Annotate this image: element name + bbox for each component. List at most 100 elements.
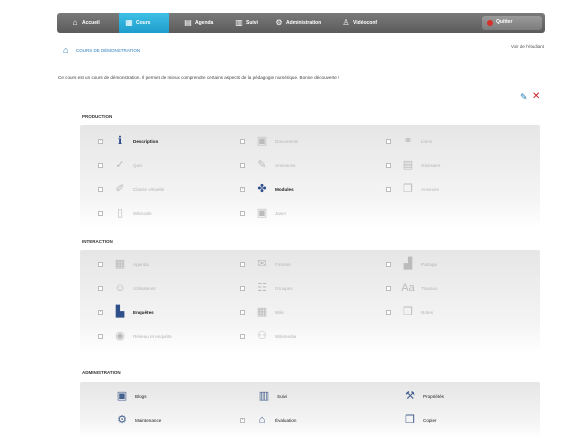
tool-wiki[interactable]: ▯ Wikicode	[98, 205, 152, 221]
tool-label: Wikicode	[133, 210, 152, 216]
tool-label: Annexes	[421, 186, 439, 192]
visibility-checkbox[interactable]	[98, 333, 103, 339]
edit-icon[interactable]: ✎	[520, 92, 528, 103]
visibility-checkbox[interactable]	[98, 261, 103, 267]
tool-maintenance[interactable]: ⚙ Maintenance	[98, 412, 161, 428]
nav-label: Vidéoconf	[353, 20, 378, 26]
tool-label: Description	[133, 138, 159, 144]
tool-label: Groupes	[275, 285, 293, 291]
interaction-panel: ▦ Agenda ✉ Forums ▟ Partage ☺ Utilisateurs ☷ Grou…	[80, 250, 540, 354]
nav-accueil[interactable]: ⌂ Accueil	[71, 13, 100, 33]
tool-label: Suivi	[277, 393, 287, 399]
tool-label: Copier	[423, 417, 437, 423]
tool-groups[interactable]: ☷ Groupes	[240, 280, 293, 296]
tool-annexes[interactable]: ❐ Annexes	[386, 181, 439, 197]
student-view-link[interactable]: Voir de l'étudiant	[511, 44, 544, 49]
tool-chat[interactable]: ▣ Jaser	[240, 205, 286, 221]
tool-label: Utilisateurs	[133, 285, 156, 291]
production-panel: · ℹ Description ▣ Documents ⚭ Liens ✓ Quiz ✎ Annon…	[80, 125, 540, 229]
tool-wikimedia[interactable]: ⚇ Wikimedia	[240, 328, 296, 344]
tool-blogs[interactable]: ▣ Blogs	[98, 388, 147, 404]
quiz-icon: ✓	[115, 159, 125, 171]
visibility-checkbox[interactable]	[240, 309, 245, 315]
tool-announcements[interactable]: ✎ Annonces	[240, 157, 295, 173]
tool-share[interactable]: ▟ Partage	[386, 256, 437, 272]
blogs-icon: ▣	[116, 390, 128, 402]
visibility-checkbox[interactable]	[240, 285, 245, 291]
visibility-checkbox[interactable]	[98, 186, 103, 192]
visibility-checkbox[interactable]	[240, 162, 245, 168]
tool-tracking[interactable]: ▥ Suivi	[240, 388, 287, 404]
glossary-icon: ▤	[402, 159, 414, 171]
visibility-checkbox[interactable]: ·	[98, 309, 103, 315]
tool-documents[interactable]: ▣ Documents	[240, 133, 298, 149]
tool-assignments[interactable]: Aa Travaux	[386, 280, 437, 296]
visibility-checkbox[interactable]	[98, 162, 103, 168]
tool-label: Wiki	[275, 309, 284, 315]
modules-icon: ✤	[257, 183, 267, 195]
tool-quiz[interactable]: ✓ Quiz	[98, 157, 142, 173]
nav-administration[interactable]: ⚙ Administration	[275, 13, 321, 33]
delete-icon[interactable]: ✕	[532, 91, 540, 102]
tool-label: Blogs	[135, 393, 147, 399]
visibility-checkbox[interactable]: ·	[240, 186, 245, 192]
tool-surveys[interactable]: · ▙ Enquêtes	[98, 304, 154, 320]
tool-properties[interactable]: ⚒ Propriétés	[386, 388, 444, 404]
tool-glossary[interactable]: ▤ Glossaire	[386, 157, 440, 173]
visibility-checkbox[interactable]	[386, 261, 391, 267]
virtual-class-icon: ✐	[115, 183, 125, 195]
evaluation-icon: ⌂	[258, 414, 266, 426]
visibility-checkbox[interactable]	[386, 186, 391, 192]
chart-icon: ▥	[235, 18, 243, 27]
person-icon: ♙	[342, 18, 350, 27]
forums-icon: ✉	[257, 258, 267, 270]
section-title-interaction: Interaction	[82, 239, 113, 244]
visibility-checkbox[interactable]	[98, 210, 103, 216]
tool-modules[interactable]: · ✤ Modules	[240, 181, 294, 197]
visibility-checkbox[interactable]	[98, 285, 103, 291]
courses-icon: ▦	[125, 18, 133, 27]
groups-icon: ☷	[257, 282, 267, 294]
calendar-icon: ▤	[184, 18, 192, 27]
visibility-checkbox[interactable]	[386, 309, 391, 315]
visibility-checkbox[interactable]: ·	[98, 138, 103, 144]
quit-button[interactable]: Quitter	[482, 16, 542, 30]
tool-evaluation[interactable]: · ⌂ Évaluation	[240, 412, 296, 428]
nav-videoconf[interactable]: ♙ Vidéoconf	[342, 13, 377, 33]
properties-icon: ⚒	[405, 390, 415, 402]
links-icon: ⚭	[403, 135, 413, 147]
maintenance-icon: ⚙	[117, 414, 127, 426]
visibility-checkbox[interactable]	[240, 261, 245, 267]
tool-label: Maintenance	[135, 417, 162, 423]
visibility-checkbox[interactable]	[386, 138, 391, 144]
top-navigation-bar: ⌂ Accueil ▦ Cours ▤ Agenda ▥ Suivi ⚙ Adm…	[57, 13, 545, 33]
tool-users[interactable]: ☺ Utilisateurs	[98, 280, 156, 296]
share-icon: ▟	[403, 258, 413, 270]
visibility-checkbox[interactable]	[240, 210, 245, 216]
quit-icon	[487, 20, 493, 26]
tool-info[interactable]: · ℹ Description	[98, 133, 158, 149]
visibility-checkbox[interactable]: ·	[240, 417, 245, 423]
tool-label: Propriétés	[423, 393, 444, 399]
tool-virtual-class[interactable]: ✐ Classe virtuelle	[98, 181, 164, 197]
nav-suivi[interactable]: ▥ Suivi	[235, 13, 258, 33]
visibility-checkbox[interactable]	[240, 138, 245, 144]
tool-forums[interactable]: ✉ Forums	[240, 256, 291, 272]
network-icon: ◉	[115, 330, 125, 342]
tool-wiki2[interactable]: ▦ Wiki	[240, 304, 284, 320]
tool-links[interactable]: ⚭ Liens	[386, 133, 432, 149]
tracking-icon: ▥	[258, 390, 270, 402]
tool-network[interactable]: ◉ Réseau et enquête	[98, 328, 172, 344]
nav-label: Agenda	[195, 20, 214, 26]
section-title-production: Production	[82, 114, 113, 119]
tool-notes[interactable]: ❒ Notes	[386, 304, 433, 320]
visibility-checkbox[interactable]	[386, 285, 391, 291]
nav-cours[interactable]: ▦ Cours	[119, 13, 169, 33]
nav-agenda[interactable]: ▤ Agenda	[184, 13, 213, 33]
tool-copy[interactable]: ❒ Copier	[386, 412, 437, 428]
tool-calendar[interactable]: ▦ Agenda	[98, 256, 149, 272]
breadcrumb[interactable]: Cours de démonstration	[76, 48, 140, 53]
visibility-checkbox[interactable]	[240, 333, 245, 339]
breadcrumb-home-icon[interactable]: ⌂	[63, 45, 68, 55]
visibility-checkbox[interactable]	[386, 162, 391, 168]
